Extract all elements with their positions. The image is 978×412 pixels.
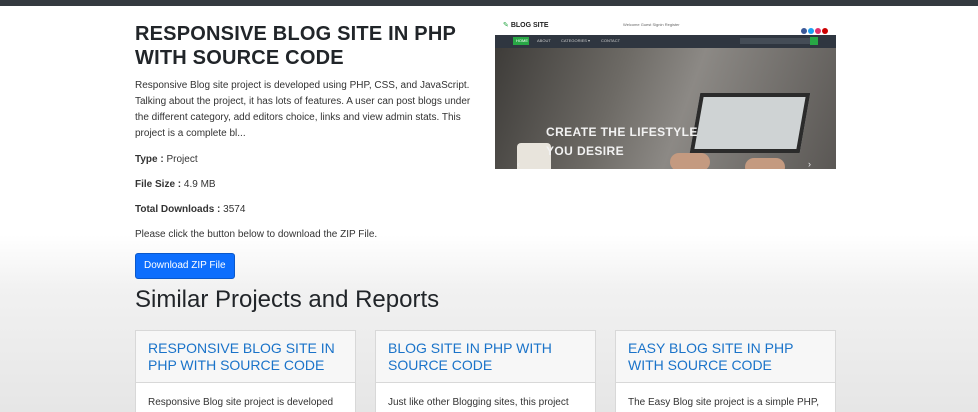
size-label: File Size :	[135, 179, 182, 190]
laptop-screen-shape	[689, 93, 811, 153]
instagram-icon	[815, 28, 821, 34]
download-note: Please click the button below to downloa…	[135, 229, 378, 240]
downloads-label: Total Downloads :	[135, 204, 221, 215]
youtube-icon	[822, 28, 828, 34]
caption-line-1: CREATE THE LIFESTYLE	[546, 125, 698, 139]
facebook-icon	[801, 28, 807, 34]
product-title: RESPONSIVE BLOG SITE IN PHP WITH SOURCE …	[135, 23, 456, 69]
preview-navbar: HOME ABOUT CATEGORIES ▾ CONTACT	[495, 35, 836, 48]
similar-project-card[interactable]: BLOG SITE IN PHP WITH SOURCE CODE Just l…	[375, 330, 596, 412]
card-title-link[interactable]: BLOG SITE IN PHP WITH SOURCE CODE	[388, 340, 583, 374]
preview-nav-item: HOME	[516, 38, 528, 43]
product-size: File Size : 4.9 MB	[135, 178, 480, 192]
size-value: 4.9 MB	[183, 179, 216, 190]
downloads-value: 3574	[223, 204, 246, 215]
type-label: Type :	[135, 154, 164, 165]
carousel-prev-icon: ‹	[517, 159, 520, 169]
similar-project-card[interactable]: RESPONSIVE BLOG SITE IN PHP WITH SOURCE …	[135, 330, 356, 412]
product-description: Responsive Blog site project is develope…	[135, 80, 471, 139]
top-bar	[0, 0, 978, 6]
card-header: BLOG SITE IN PHP WITH SOURCE CODE	[376, 331, 595, 383]
preview-logo: ✎ BLOG SITE	[503, 22, 549, 29]
card-header: EASY BLOG SITE IN PHP WITH SOURCE CODE	[616, 331, 835, 383]
type-value: Project	[166, 154, 198, 165]
product-details: RESPONSIVE BLOG SITE IN PHP WITH SOURCE …	[135, 22, 480, 279]
twitter-icon	[808, 28, 814, 34]
preview-header-links: Welcome Guest Signin Register	[623, 22, 680, 27]
carousel-next-icon: ›	[808, 159, 811, 169]
caption-line-2: YOU DESIRE	[546, 144, 625, 158]
product-downloads: Total Downloads : 3574	[135, 203, 480, 217]
preview-search-button	[810, 37, 818, 45]
hand-shape	[745, 158, 785, 169]
product-preview-image[interactable]: ✎ BLOG SITE Welcome Guest Signin Registe…	[495, 15, 836, 169]
product-type: Type : Project	[135, 153, 480, 167]
similar-projects-heading: Similar Projects and Reports	[135, 286, 440, 313]
similar-project-card[interactable]: EASY BLOG SITE IN PHP WITH SOURCE CODE T…	[615, 330, 836, 412]
preview-header: ✎ BLOG SITE Welcome Guest Signin Registe…	[495, 15, 836, 35]
card-excerpt: Just like other Blogging sites, this pro…	[388, 397, 569, 408]
preview-search-box	[740, 38, 810, 44]
preview-caption: CREATE THE LIFESTYLE YOU DESIRE	[546, 123, 698, 161]
download-zip-button[interactable]: Download ZIP File	[135, 253, 235, 279]
preview-nav-item: CATEGORIES ▾	[561, 38, 591, 43]
card-excerpt: Responsive Blog site project is develope…	[148, 397, 334, 408]
card-header: RESPONSIVE BLOG SITE IN PHP WITH SOURCE …	[136, 331, 355, 383]
preview-nav-item: CONTACT	[601, 38, 621, 43]
card-excerpt: The Easy Blog site project is a simple P…	[628, 397, 820, 408]
card-title-link[interactable]: EASY BLOG SITE IN PHP WITH SOURCE CODE	[628, 340, 823, 374]
card-title-link[interactable]: RESPONSIVE BLOG SITE IN PHP WITH SOURCE …	[148, 340, 343, 374]
preview-nav-item: ABOUT	[537, 38, 551, 43]
